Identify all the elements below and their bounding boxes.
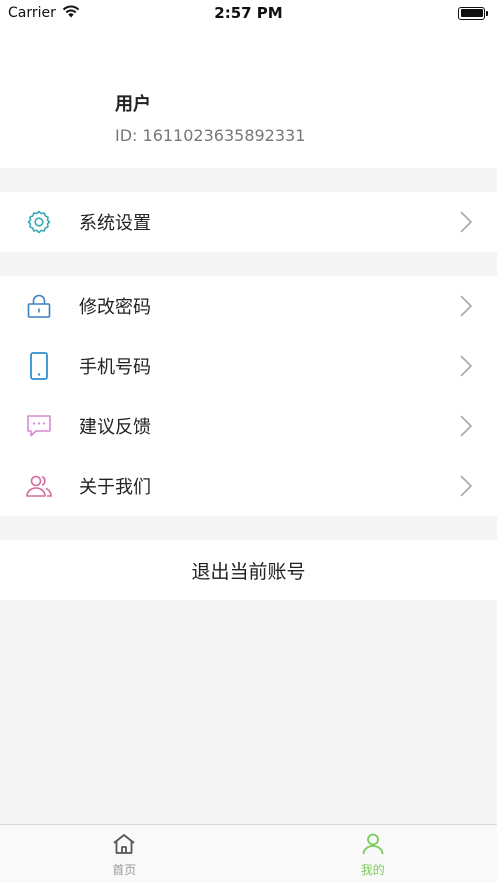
status-bar: Carrier 2:57 PM	[0, 0, 497, 26]
tab-home[interactable]: 首页	[0, 825, 249, 883]
menu-item-system-settings[interactable]: 系统设置	[0, 192, 497, 252]
menu-item-label: 关于我们	[79, 477, 151, 498]
user-icon	[361, 833, 385, 859]
chevron-right-icon	[459, 474, 473, 498]
battery-fill	[460, 9, 483, 17]
users-icon	[25, 472, 53, 500]
tab-mine[interactable]: 我的	[249, 825, 497, 883]
profile-header: 用户 ID: 1611023635892331	[0, 26, 497, 168]
profile-name: 用户	[115, 94, 151, 115]
chevron-right-icon	[459, 414, 473, 438]
gear-icon	[25, 208, 53, 236]
menu-item-about-us[interactable]: 关于我们	[0, 456, 497, 516]
chevron-right-icon	[459, 210, 473, 234]
menu-item-label: 修改密码	[79, 297, 151, 318]
account-section: 修改密码 手机号码 建议反馈 关于我们	[0, 276, 497, 516]
menu-item-label: 建议反馈	[79, 417, 151, 438]
message-icon	[25, 412, 53, 440]
battery-icon	[458, 6, 488, 20]
menu-item-label: 手机号码	[79, 357, 151, 378]
phone-icon	[25, 352, 53, 380]
menu-item-change-password[interactable]: 修改密码	[0, 276, 497, 336]
menu-item-phone-number[interactable]: 手机号码	[0, 336, 497, 396]
settings-section: 系统设置	[0, 192, 497, 252]
chevron-right-icon	[459, 354, 473, 378]
tab-label: 首页	[112, 863, 137, 877]
tab-label: 我的	[360, 863, 385, 877]
menu-item-feedback[interactable]: 建议反馈	[0, 396, 497, 456]
tab-bar: 首页 我的	[0, 824, 497, 883]
chevron-right-icon	[459, 294, 473, 318]
home-icon	[112, 833, 136, 859]
profile-id: ID: 1611023635892331	[115, 126, 306, 145]
lock-icon	[25, 292, 53, 320]
logout-label: 退出当前账号	[191, 560, 306, 583]
menu-item-label: 系统设置	[79, 213, 151, 234]
logout-button[interactable]: 退出当前账号	[0, 540, 497, 600]
wifi-icon	[62, 4, 80, 22]
carrier-label: Carrier	[8, 5, 56, 21]
